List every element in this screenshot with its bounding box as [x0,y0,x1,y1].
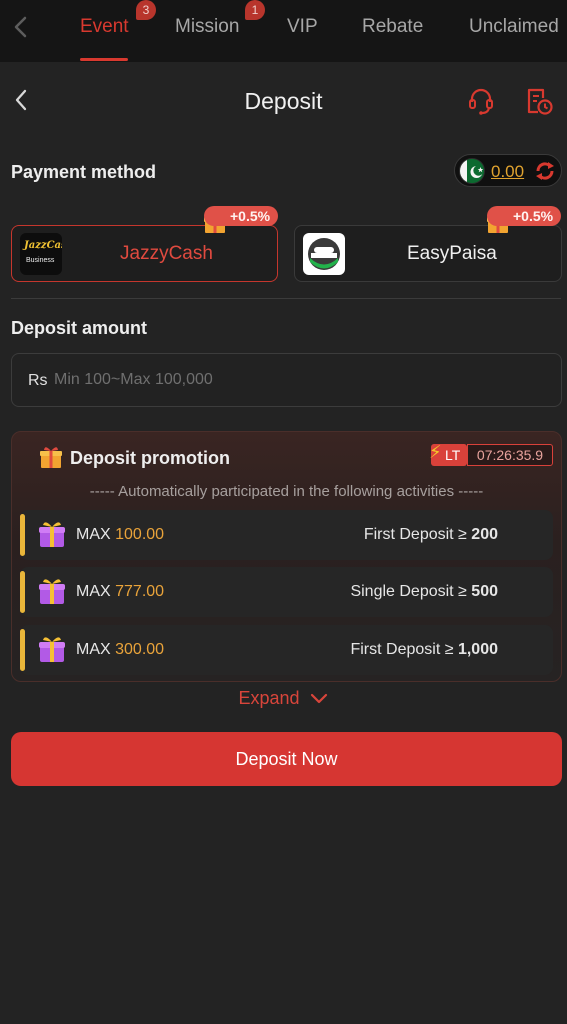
balance-amount: 0.00 [491,162,525,181]
tab-mission[interactable]: Mission [175,16,239,38]
gift-icon [40,447,62,468]
deposit-history-icon[interactable] [524,86,554,116]
max-reward: MAX 777.00 [76,583,165,600]
deposit-promotion-panel: Deposit promotion LT ⚡ 07:26:35.9 ----- … [11,431,562,682]
deposit-amount-input[interactable] [54,364,534,396]
promotion-row: MAX 100.00 First Deposit ≥ 200 [20,510,553,560]
active-tab-indicator [80,58,128,61]
tab-event-badge: 3 [136,0,156,20]
max-reward: MAX 300.00 [76,641,165,658]
tab-rebate[interactable]: Rebate [362,16,423,38]
top-tab-bar: Event 3 Mission 1 VIP Rebate Unclaimed [0,0,567,62]
row-accent-bar [20,571,25,613]
promotion-row: MAX 300.00 First Deposit ≥ 1,000 [20,625,553,675]
row-accent-bar [20,629,25,671]
payment-name-jazzcash: JazzyCash [120,243,213,264]
payment-option-easypaisa[interactable]: EasyPaisa [294,225,562,282]
row-accent-bar [20,514,25,556]
customer-support-icon[interactable] [466,86,496,116]
bonus-tag-jazzcash: +0.5% [204,206,279,226]
deposit-condition: First Deposit ≥ 1,000 [350,641,498,658]
easypaisa-logo [303,233,345,275]
gift-box-icon [39,579,65,604]
deposit-amount-label: Deposit amount [11,318,148,338]
promotion-subtitle: ----- Automatically participated in the … [89,483,484,500]
gift-box-icon [39,637,65,662]
deposit-amount-field[interactable]: Rs [11,353,562,407]
balance-pill[interactable]: 0.00 [454,154,562,187]
countdown-timer: 07:26:35.9 [467,444,553,466]
section-divider [11,298,561,299]
expand-button[interactable]: Expand [0,688,567,709]
deposit-condition: Single Deposit ≥ 500 [350,583,498,600]
max-reward: MAX 100.00 [76,526,165,543]
expand-label: Expand [238,688,300,708]
tab-mission-badge: 1 [245,0,265,20]
tab-vip[interactable]: VIP [287,16,318,38]
tab-event[interactable]: Event [80,16,129,38]
tab-unclaimed[interactable]: Unclaimed [469,16,559,38]
pakistan-flag-icon [459,158,485,184]
payment-name-easypaisa: EasyPaisa [407,243,497,264]
currency-symbol: Rs [28,372,48,389]
promotion-title: Deposit promotion [70,448,230,468]
limited-time-badge: LT ⚡ 07:26:35.9 [429,442,553,466]
lightning-icon: ⚡ [429,442,442,462]
gift-box-icon [39,522,65,547]
deposit-now-button[interactable]: Deposit Now [11,732,562,786]
bonus-tag-easypaisa: +0.5% [487,206,562,226]
payment-option-jazzcash[interactable]: JazzCash Business JazzyCash [11,225,278,282]
jazzcash-logo: JazzCash Business [20,233,62,275]
deposit-condition: First Deposit ≥ 200 [363,526,498,543]
payment-method-label: Payment method [11,162,157,182]
chevron-down-icon [310,694,327,704]
back-arrow-icon[interactable] [8,12,34,42]
refresh-icon[interactable] [533,159,557,183]
promotion-row: MAX 777.00 Single Deposit ≥ 500 [20,567,553,617]
